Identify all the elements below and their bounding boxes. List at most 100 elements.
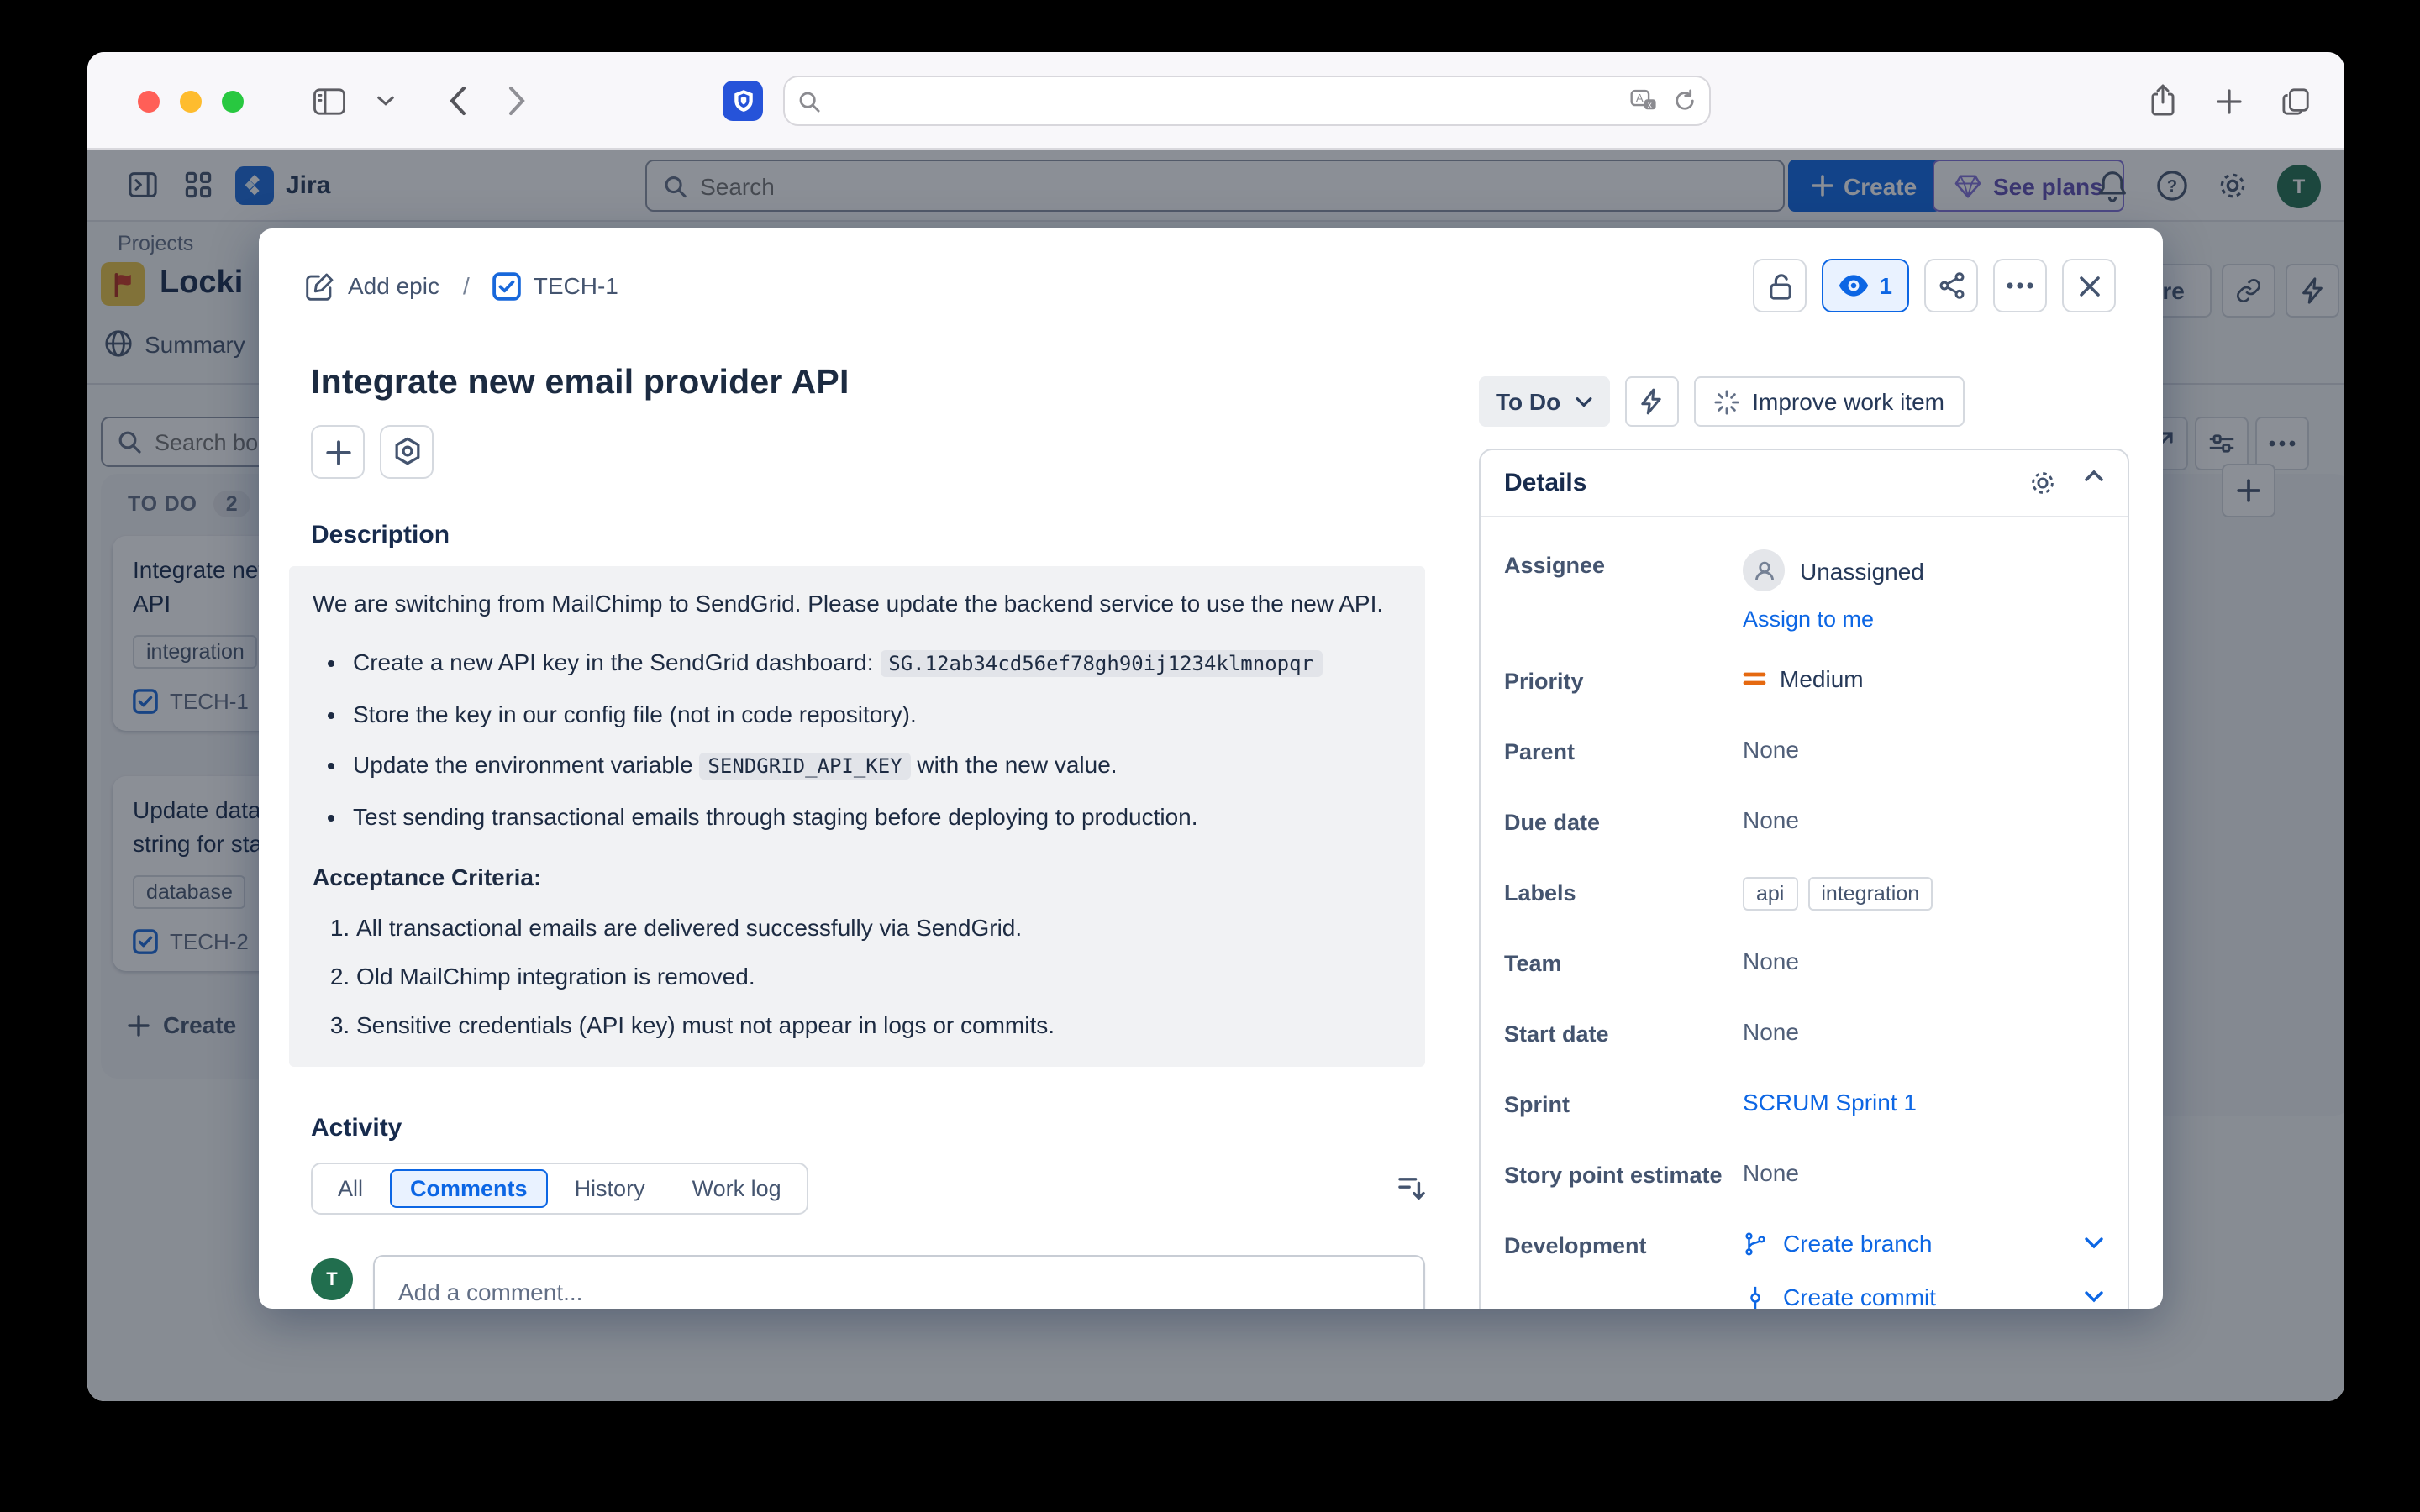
share-icon	[1939, 272, 1964, 299]
apps-button[interactable]	[380, 425, 434, 479]
collapse-details-icon[interactable]	[2084, 469, 2104, 497]
address-bar[interactable]: Ax	[783, 76, 1711, 126]
inline-code: SENDGRID_API_KEY	[699, 753, 911, 780]
close-modal-button[interactable]	[2062, 259, 2116, 312]
detail-row-assignee: Assignee Unassigned Assign to me	[1504, 544, 2104, 632]
field-label: Due date	[1504, 810, 1601, 835]
translate-icon[interactable]: Ax	[1630, 89, 1659, 113]
acceptance-criterion: All transactional emails are delivered s…	[356, 911, 1402, 946]
new-tab-icon[interactable]	[2217, 88, 2242, 113]
description-intro: We are switching from MailChimp to SendG…	[313, 590, 1384, 617]
close-window-button[interactable]	[138, 91, 160, 113]
search-icon	[798, 90, 820, 112]
share-button[interactable]	[1924, 259, 1978, 312]
tab-comments[interactable]: Comments	[390, 1169, 548, 1208]
issue-title[interactable]: Integrate new email provider API	[311, 363, 1425, 403]
browser-toolbar: Ax	[87, 52, 2344, 150]
unlock-icon	[1769, 273, 1791, 299]
watchers-button[interactable]: 1	[1822, 259, 1909, 312]
field-label: Assignee	[1504, 553, 1606, 578]
field-label: Labels	[1504, 880, 1576, 906]
eye-icon	[1839, 275, 1869, 297]
browser-extension-icon[interactable]	[723, 81, 763, 121]
add-content-button[interactable]	[311, 425, 365, 479]
tab-all[interactable]: All	[318, 1169, 383, 1208]
hexagon-target-icon	[394, 437, 419, 465]
share-page-icon[interactable]	[2149, 84, 2176, 118]
field-label: Team	[1504, 951, 1562, 976]
field-value[interactable]: None	[1743, 731, 2104, 773]
field-value[interactable]: Unassigned Assign to me	[1743, 544, 2104, 632]
field-value[interactable]: SCRUM Sprint 1	[1743, 1084, 2104, 1126]
field-label: Priority	[1504, 669, 1584, 694]
reload-icon[interactable]	[1674, 89, 1696, 113]
commit-icon	[1750, 1285, 1760, 1309]
add-epic-button[interactable]: Add epic	[306, 271, 439, 300]
field-value[interactable]: None	[1743, 1013, 2104, 1055]
zoom-window-button[interactable]	[222, 91, 244, 113]
field-value[interactable]: None	[1743, 1154, 2104, 1196]
comment-input[interactable]: Add a comment... Who is working on this.…	[373, 1255, 1425, 1309]
lightning-icon	[1641, 388, 1661, 415]
detail-row-due-date: Due date None	[1504, 801, 2104, 843]
unassigned-avatar	[1743, 549, 1785, 591]
back-button[interactable]	[449, 86, 467, 116]
plus-icon	[325, 439, 350, 465]
more-actions-button[interactable]	[1993, 259, 2047, 312]
detail-row-story-point-estimate: Story point estimate None	[1504, 1154, 2104, 1196]
label-chip[interactable]: integration	[1807, 877, 1933, 911]
lock-button[interactable]	[1753, 259, 1807, 312]
tab-history[interactable]: History	[555, 1169, 666, 1208]
chevron-down-icon	[1575, 396, 1591, 407]
description-bullet: Update the environment variable SENDGRID…	[353, 748, 1402, 785]
watch-count: 1	[1879, 272, 1892, 299]
description-heading: Description	[311, 521, 450, 549]
browser-window: Ax Search Search board Add epic / TECH-1…	[87, 52, 2344, 1401]
tab-overview-icon[interactable]	[2282, 87, 2311, 115]
branch-icon	[1745, 1231, 1765, 1255]
field-label: Story point estimate	[1504, 1163, 1723, 1188]
ellipsis-icon	[2007, 282, 2033, 289]
detail-row-priority: Priority Medium	[1504, 660, 2104, 702]
automation-button[interactable]	[1624, 376, 1679, 427]
issue-modal: Add epic / TECH-1 1 Integrate new email …	[259, 228, 2163, 1309]
description-body[interactable]: We are switching from MailChimp to SendG…	[289, 566, 1425, 1067]
acceptance-criterion: Old MailChimp integration is removed.	[356, 959, 1402, 995]
svg-text:A: A	[1636, 92, 1644, 105]
sidebar-toggle-icon[interactable]	[313, 87, 346, 115]
field-label: Development	[1504, 1233, 1647, 1258]
detail-row-sprint: Sprint SCRUM Sprint 1	[1504, 1084, 2104, 1126]
sidebar-chevron-icon[interactable]	[376, 94, 395, 108]
field-value[interactable]: None	[1743, 801, 2104, 843]
detail-row-team: Team None	[1504, 942, 2104, 984]
inline-code: SG.12ab34cd56ef78gh90ij1234klmnopqr	[880, 650, 1323, 677]
forward-button[interactable]	[508, 86, 526, 116]
status-dropdown[interactable]: To Do	[1479, 376, 1610, 427]
create-commit-button[interactable]: Create commit	[1743, 1284, 2104, 1309]
field-value[interactable]: api integration	[1743, 872, 2104, 914]
activity-tabs: All Comments History Work log	[311, 1163, 808, 1215]
field-label: Parent	[1504, 739, 1576, 764]
improve-work-item-button[interactable]: Improve work item	[1693, 376, 1965, 427]
edit-icon	[306, 272, 334, 300]
field-label: Sprint	[1504, 1092, 1570, 1117]
field-value[interactable]: Create branch Create commit	[1743, 1225, 2104, 1309]
person-icon	[1754, 560, 1774, 580]
minimize-window-button[interactable]	[180, 91, 202, 113]
sprint-link[interactable]: SCRUM Sprint 1	[1743, 1089, 1917, 1116]
issue-key-breadcrumb[interactable]: TECH-1	[492, 271, 618, 300]
breadcrumb-separator: /	[462, 272, 470, 299]
field-value[interactable]: None	[1743, 942, 2104, 984]
sort-icon[interactable]	[1398, 1176, 1425, 1201]
tab-work-log[interactable]: Work log	[672, 1169, 802, 1208]
traffic-lights	[138, 91, 244, 113]
assign-to-me-link[interactable]: Assign to me	[1743, 606, 1874, 632]
comment-avatar: T	[311, 1258, 353, 1300]
field-value[interactable]: Medium	[1743, 660, 2104, 702]
details-settings-icon[interactable]	[2028, 469, 2057, 497]
priority-value: Medium	[1780, 665, 1864, 692]
close-icon	[2079, 276, 2099, 296]
label-chip[interactable]: api	[1743, 877, 1798, 911]
task-checkbox-icon	[492, 271, 522, 300]
create-branch-button[interactable]: Create branch	[1743, 1230, 2104, 1257]
